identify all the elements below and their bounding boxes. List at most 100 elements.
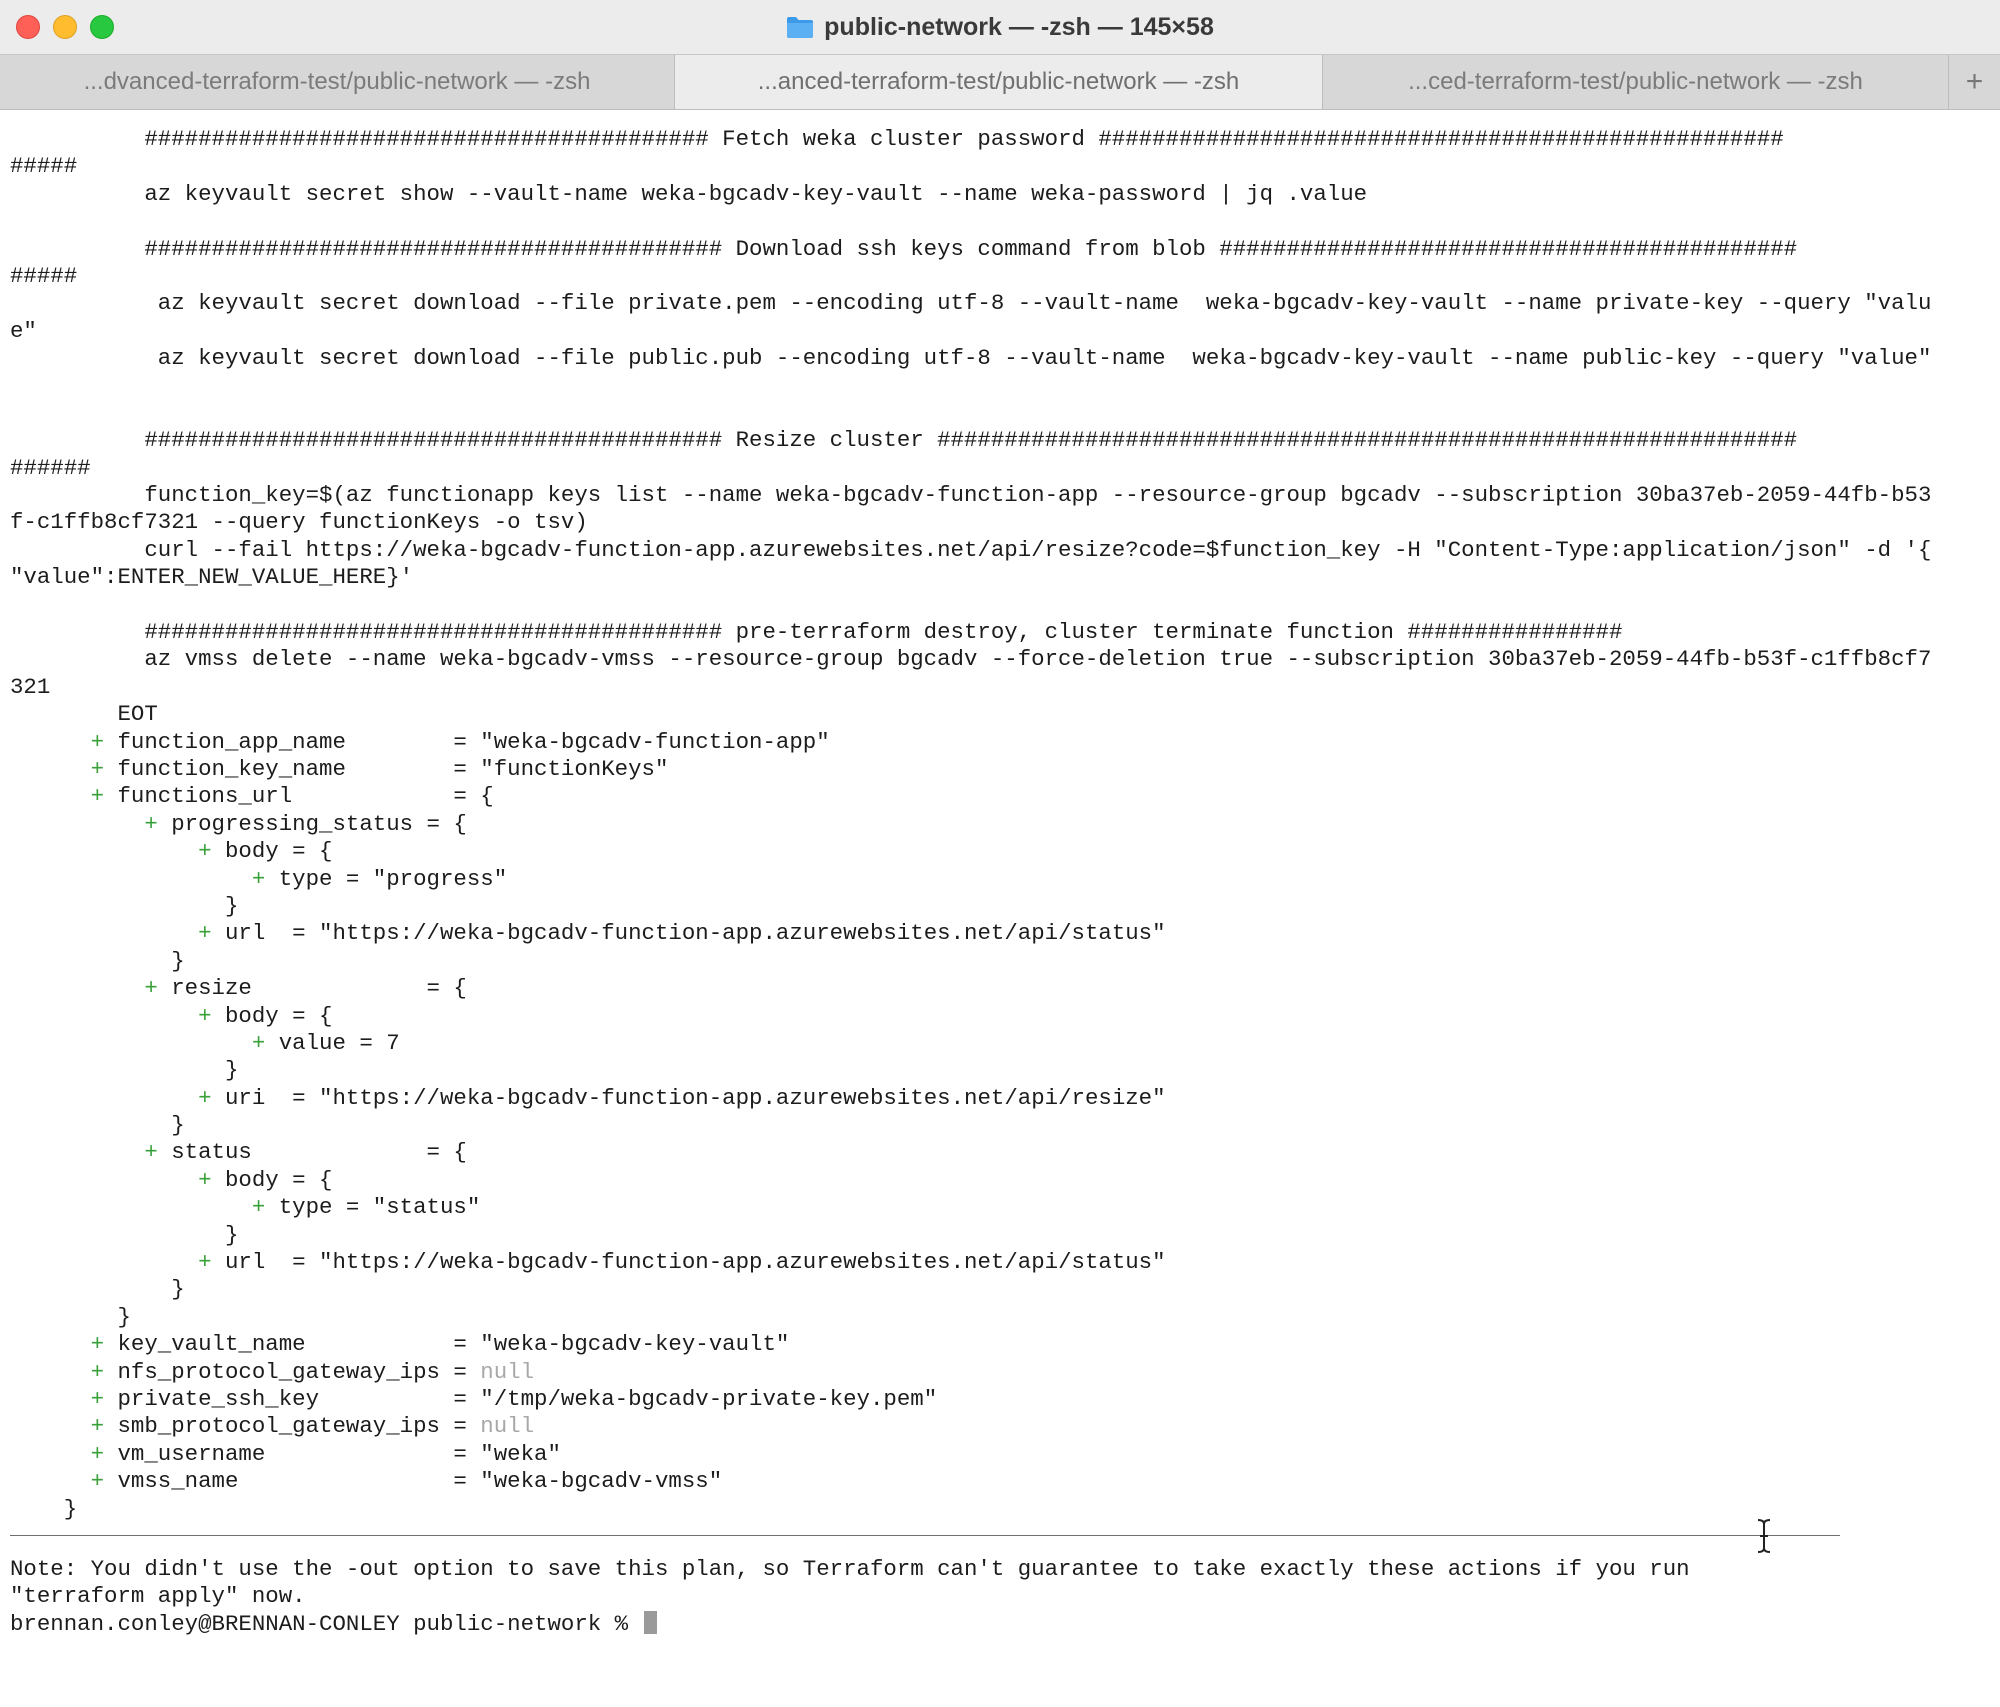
line-text: } [10, 1303, 131, 1330]
terminal-output[interactable]: ########################################… [10, 126, 1995, 1638]
line-text: f-c1ffb8cf7321 --query functionKeys -o t… [10, 509, 588, 536]
line-text [10, 1030, 252, 1056]
terminal-line: + function_app_name = "weka-bgcadv-funct… [10, 729, 1995, 756]
zoom-window-button[interactable] [90, 15, 114, 39]
terminal-line: + type = "status" [10, 1194, 1995, 1221]
plus-marker: + [90, 783, 105, 810]
window-title: public-network — -zsh — 145×58 [824, 12, 1214, 41]
plus-marker: + [251, 865, 266, 892]
line-text: curl --fail https://weka-bgcadv-function… [10, 536, 1932, 563]
line-text: key_vault_name = "weka-bgcadv-key-vault" [104, 1331, 790, 1358]
terminal-line: + smb_protocol_gateway_ips = null [10, 1413, 1995, 1440]
terminal-line: } [10, 1276, 1995, 1303]
tab-terminal-3[interactable]: ...ced-terraform-test/public-network — -… [1323, 55, 1949, 109]
line-text: ########################################… [10, 235, 1798, 262]
line-text [10, 975, 144, 1001]
terminal-line: "value":ENTER_NEW_VALUE_HERE}' [10, 564, 1995, 591]
line-text: "value":ENTER_NEW_VALUE_HERE}' [10, 564, 414, 591]
plus-marker: + [90, 1331, 105, 1358]
null-value: null [480, 1413, 535, 1440]
plus-marker: + [90, 1385, 105, 1412]
line-text: status = { [157, 1139, 467, 1166]
line-text [10, 1386, 91, 1412]
line-text: az vmss delete --name weka-bgcadv-vmss -… [10, 646, 1932, 673]
line-text: body = { [211, 838, 333, 865]
line-text: function_key=$(az functionapp keys list … [10, 482, 1932, 509]
terminal-line: + function_key_name = "functionKeys" [10, 756, 1995, 783]
ibeam-cursor-icon [1757, 1519, 1771, 1553]
terminal-line: } [10, 1222, 1995, 1249]
line-text [10, 1359, 91, 1385]
tab-terminal-2-active[interactable]: ...anced-terraform-test/public-network —… [675, 55, 1323, 109]
line-text: type = "status" [265, 1194, 481, 1221]
terminal-line: } [10, 1304, 1995, 1331]
line-text: progressing_status = { [157, 810, 467, 837]
terminal-line: + type = "progress" [10, 866, 1995, 893]
line-text: resize = { [157, 975, 467, 1002]
terminal-line: } [10, 893, 1995, 920]
plus-marker: + [251, 1029, 266, 1056]
line-text: body = { [211, 1166, 333, 1193]
plus-marker: + [198, 838, 212, 865]
tab-bar: ...dvanced-terraform-test/public-network… [0, 54, 2000, 110]
text-cursor [643, 1610, 657, 1634]
terminal-line: + vmss_name = "weka-bgcadv-vmss" [10, 1468, 1995, 1495]
line-text [10, 1331, 91, 1357]
line-text: 321 [10, 673, 51, 700]
window-controls [16, 15, 114, 39]
terminal-window: public-network — -zsh — 145×58 ...dvance… [0, 0, 2000, 1707]
terminal-line: + status = { [10, 1139, 1995, 1166]
plus-marker: + [90, 1358, 105, 1385]
line-text: az keyvault secret download --file priva… [10, 290, 1932, 317]
terminal-line: + progressing_status = { [10, 811, 1995, 838]
line-text: vm_username = "weka" [104, 1440, 561, 1467]
line-text: } [10, 1495, 78, 1522]
line-text: e" [10, 317, 37, 344]
terminal-line: function_key=$(az functionapp keys list … [10, 482, 1995, 509]
line-text [10, 1441, 91, 1467]
line-text [10, 1167, 198, 1193]
terminal-line: + uri = "https://weka-bgcadv-function-ap… [10, 1085, 1995, 1112]
tab-terminal-1[interactable]: ...dvanced-terraform-test/public-network… [0, 55, 675, 109]
line-text [10, 811, 144, 837]
terminal-line: 321 [10, 674, 1995, 701]
plus-marker: + [90, 755, 105, 782]
plus-marker: + [90, 1413, 105, 1440]
plus-marker: + [144, 810, 158, 837]
line-text [10, 783, 91, 809]
line-text: functions_url = { [104, 783, 494, 810]
plus-marker: + [198, 1084, 212, 1111]
terminal-plan-output: ########################################… [10, 126, 1995, 1523]
line-text [10, 1249, 198, 1275]
terminal-line: + nfs_protocol_gateway_ips = null [10, 1359, 1995, 1386]
line-text: private_ssh_key = "/tmp/weka-bgcadv-priv… [104, 1385, 938, 1412]
line-text: az keyvault secret download --file publi… [10, 345, 1932, 372]
note-line: "terraform apply" now. [10, 1583, 306, 1610]
note-line: Note: You didn't use the -out option to … [10, 1555, 1690, 1582]
terminal-line: az vmss delete --name weka-bgcadv-vmss -… [10, 646, 1995, 673]
folder-icon [787, 17, 814, 38]
line-text: uri = "https://weka-bgcadv-function-app.… [211, 1084, 1166, 1111]
line-text: ########################################… [10, 427, 1798, 454]
line-text [10, 866, 252, 892]
minimize-window-button[interactable] [53, 15, 77, 39]
line-text: url = "https://weka-bgcadv-function-app.… [211, 1249, 1166, 1276]
plus-marker: + [198, 1249, 212, 1276]
line-text: ##### [10, 262, 78, 289]
new-tab-button[interactable]: + [1949, 55, 2000, 109]
line-text: value = 7 [265, 1029, 400, 1056]
terminal-line: } [10, 1112, 1995, 1139]
line-text [10, 1413, 91, 1439]
terminal-line: EOT [10, 701, 1995, 728]
prompt-line[interactable]: brennan.conley@BRENNAN-CONLEY public-net… [10, 1610, 1995, 1638]
line-text: } [10, 1276, 185, 1303]
close-window-button[interactable] [16, 15, 40, 39]
terminal-line: ###### [10, 455, 1995, 482]
terminal-line: ########################################… [10, 427, 1995, 454]
title-bar[interactable]: public-network — -zsh — 145×58 [0, 0, 2000, 54]
terminal-line: + key_vault_name = "weka-bgcadv-key-vaul… [10, 1331, 1995, 1358]
line-text: ########################################… [10, 126, 1784, 152]
